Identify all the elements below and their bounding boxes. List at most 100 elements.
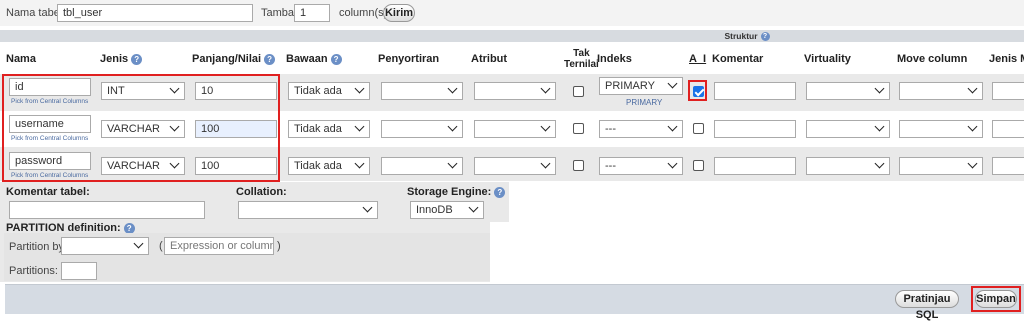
collation-label: Collation: (236, 186, 287, 198)
table-comment-input[interactable] (9, 201, 205, 219)
table-collation-select[interactable] (238, 201, 378, 219)
structure-header: Struktur? (0, 30, 1024, 42)
header-default: Bawaan? (286, 53, 342, 65)
header-index: Indeks (597, 53, 632, 65)
chevron-down-icon (667, 121, 678, 132)
structure-title: Struktur (724, 31, 758, 41)
help-icon[interactable]: ? (330, 53, 342, 65)
default-select[interactable]: Tidak ada (288, 82, 370, 100)
collation-select[interactable] (381, 157, 463, 175)
header-virtuality: Virtuality (804, 53, 851, 65)
help-icon[interactable]: ? (494, 186, 506, 198)
chevron-down-icon (133, 238, 144, 249)
highlight-box (688, 80, 707, 101)
add-count-input[interactable]: 1 (294, 4, 330, 22)
mime-select[interactable] (992, 157, 1024, 175)
chevron-down-icon (354, 83, 365, 94)
chevron-down-icon (540, 83, 551, 94)
null-checkbox[interactable] (573, 160, 584, 171)
collation-select[interactable] (381, 82, 463, 100)
index-select[interactable]: --- (599, 157, 683, 175)
null-checkbox[interactable] (573, 123, 584, 134)
chevron-down-icon (354, 158, 365, 169)
header-null-line2: Ternilai (564, 59, 599, 70)
chevron-down-icon (468, 202, 479, 213)
column-headers: Nama Jenis? Panjang/Nilai? Bawaan? Penyo… (0, 45, 1024, 71)
index-value: --- (605, 160, 616, 172)
partition-expression-input[interactable]: Expression or column list (164, 237, 274, 255)
columns-label: column(s) (339, 7, 388, 19)
header-default-label: Bawaan (286, 53, 328, 65)
footer-bar (5, 284, 1024, 314)
comment-input[interactable] (714, 157, 796, 175)
default-value: Tidak ada (294, 85, 342, 97)
index-sub-label: PRIMARY (626, 98, 663, 107)
chevron-down-icon (967, 121, 978, 132)
help-icon[interactable]: ? (760, 32, 770, 42)
paren-close: ) (277, 240, 281, 252)
chevron-down-icon (447, 121, 458, 132)
default-value: Tidak ada (294, 123, 342, 135)
header-ai: A_I (689, 53, 707, 65)
collation-select[interactable] (381, 120, 463, 138)
kirim-button[interactable]: Kirim (383, 4, 415, 22)
help-icon[interactable]: ? (123, 222, 135, 234)
comment-input[interactable] (714, 120, 796, 138)
storage-engine-label: Storage Engine: (407, 186, 492, 198)
header-length: Panjang/Nilai? (192, 53, 276, 65)
preview-sql-button[interactable]: Pratinjau SQL (895, 290, 959, 321)
storage-engine-value: InnoDB (416, 204, 453, 216)
chevron-down-icon (362, 202, 373, 213)
highlight-box (971, 286, 1021, 312)
attributes-select[interactable] (474, 120, 556, 138)
help-icon[interactable]: ? (264, 53, 276, 65)
chevron-down-icon (540, 121, 551, 132)
attributes-select[interactable] (474, 82, 556, 100)
header-comment: Komentar (712, 53, 764, 65)
ai-checkbox[interactable] (693, 123, 704, 134)
partition-by-select[interactable] (61, 237, 149, 255)
header-attributes: Atribut (471, 53, 508, 65)
chevron-down-icon (874, 158, 885, 169)
header-collation: Penyortiran (378, 53, 440, 65)
partition-by-label: Partition by: (9, 241, 68, 253)
help-icon[interactable]: ? (131, 53, 143, 65)
default-value: Tidak ada (294, 160, 342, 172)
header-move-column: Move column (897, 53, 968, 65)
chevron-down-icon (667, 78, 678, 89)
ai-checkbox[interactable] (693, 160, 704, 171)
virtuality-select[interactable] (806, 120, 890, 138)
header-type: Jenis? (100, 53, 143, 65)
move-column-select[interactable] (899, 157, 983, 175)
move-column-select[interactable] (899, 120, 983, 138)
table-comment-label: Komentar tabel: (6, 186, 90, 198)
mime-select[interactable] (992, 82, 1024, 100)
header-null: Tak Ternilai (564, 48, 599, 70)
mime-select[interactable] (992, 120, 1024, 138)
index-value: --- (605, 123, 616, 135)
partitions-count-input[interactable] (61, 262, 97, 280)
comment-input[interactable] (714, 82, 796, 100)
chevron-down-icon (874, 83, 885, 94)
default-select[interactable]: Tidak ada (288, 120, 370, 138)
virtuality-select[interactable] (806, 157, 890, 175)
index-select[interactable]: --- (599, 120, 683, 138)
chevron-down-icon (447, 158, 458, 169)
chevron-down-icon (540, 158, 551, 169)
storage-engine-select[interactable]: InnoDB (410, 201, 484, 219)
paren-open: ( (159, 240, 163, 252)
chevron-down-icon (874, 121, 885, 132)
chevron-down-icon (354, 121, 365, 132)
move-column-select[interactable] (899, 82, 983, 100)
header-mime: Jenis MIM (989, 53, 1024, 65)
default-select[interactable]: Tidak ada (288, 157, 370, 175)
attributes-select[interactable] (474, 157, 556, 175)
chevron-down-icon (667, 158, 678, 169)
header-length-label: Panjang/Nilai (192, 53, 262, 65)
index-select[interactable]: PRIMARY (599, 77, 683, 95)
virtuality-select[interactable] (806, 82, 890, 100)
null-checkbox[interactable] (573, 86, 584, 97)
table-name-input[interactable]: tbl_user (57, 4, 253, 22)
header-null-line1: Tak (573, 48, 590, 59)
chevron-down-icon (447, 83, 458, 94)
